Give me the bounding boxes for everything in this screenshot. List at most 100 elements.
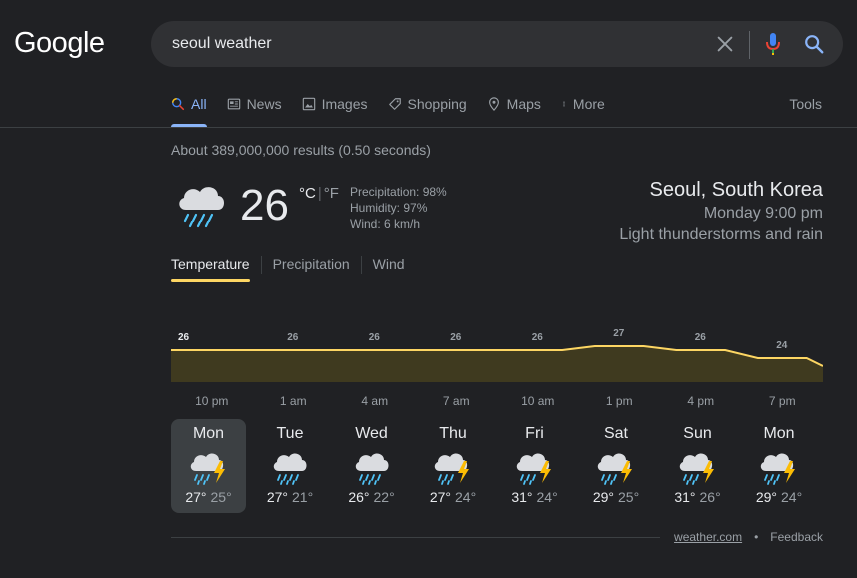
temperature-data-label: 26 bbox=[532, 332, 544, 343]
tag-icon bbox=[388, 98, 401, 110]
google-logo[interactable]: Google bbox=[14, 27, 105, 60]
search-bar[interactable]: seoul weather bbox=[151, 21, 843, 67]
forecast-day-name: Fri bbox=[525, 425, 544, 442]
temperature-data-label: 26 bbox=[369, 332, 381, 343]
forecast-day-name: Wed bbox=[355, 425, 388, 442]
rain-cloud-icon bbox=[273, 453, 307, 485]
forecast-high: 26° bbox=[348, 489, 370, 505]
thunderstorm-icon bbox=[597, 453, 632, 485]
subtab-temperature[interactable]: Temperature bbox=[171, 256, 262, 274]
wind-stat: Wind: 6 km/h bbox=[350, 217, 421, 231]
weather-location: Seoul, South Korea Monday 9:00 pm Light … bbox=[619, 177, 823, 245]
fahrenheit-toggle[interactable]: °F bbox=[324, 185, 339, 202]
hour-label: 10 pm bbox=[195, 394, 229, 408]
forecast-high: 31° bbox=[511, 489, 533, 505]
forecast-day[interactable]: Mon 29° 24° bbox=[742, 419, 817, 513]
tab-images[interactable]: Images bbox=[302, 94, 368, 114]
forecast-day-name: Sat bbox=[603, 425, 628, 442]
tab-all[interactable]: All bbox=[171, 94, 207, 114]
map-pin-icon bbox=[488, 97, 499, 111]
unit-separator: | bbox=[317, 185, 322, 202]
tools-button[interactable]: Tools bbox=[789, 96, 822, 112]
forecast-high: 27° bbox=[429, 489, 451, 505]
temperature-chart: 26 26 26 26 26 27 26 24 bbox=[171, 328, 823, 382]
celsius-toggle[interactable]: °C bbox=[299, 185, 316, 202]
forecast-day-name: Sun bbox=[683, 425, 712, 442]
forecast-high: 29° bbox=[592, 489, 614, 505]
temperature-data-label: 26 bbox=[695, 332, 707, 343]
location-title: Seoul, South Korea bbox=[649, 179, 823, 201]
hour-label: 4 am bbox=[361, 394, 389, 408]
precipitation-stat: Precipitation: 98% bbox=[350, 185, 447, 199]
tab-more[interactable]: More bbox=[561, 94, 605, 114]
forecast-day-name: Mon bbox=[192, 425, 225, 442]
feedback-link[interactable]: Feedback bbox=[770, 530, 823, 544]
temperature-data-label: 27 bbox=[613, 328, 625, 339]
temperature-data-label: 26 bbox=[178, 332, 190, 343]
forecast-high: 29° bbox=[755, 489, 777, 505]
news-icon bbox=[227, 98, 240, 110]
forecast-temps: 29° 25° bbox=[579, 489, 654, 505]
search-divider bbox=[749, 31, 750, 59]
weather-stats: Precipitation: 98% Humidity: 97% Wind: 6… bbox=[350, 184, 447, 232]
hour-label: 1 pm bbox=[605, 394, 633, 408]
subtab-precipitation[interactable]: Precipitation bbox=[273, 256, 362, 274]
search-input[interactable]: seoul weather bbox=[172, 35, 272, 53]
image-icon bbox=[302, 97, 315, 111]
clear-icon[interactable] bbox=[714, 33, 736, 55]
tab-shopping[interactable]: Shopping bbox=[388, 94, 467, 114]
thunderstorm-icon bbox=[679, 453, 714, 485]
forecast-day-name: Mon bbox=[763, 425, 795, 442]
active-subtab-indicator bbox=[171, 279, 250, 282]
hour-label: 4 pm bbox=[687, 394, 715, 408]
tab-label: Images bbox=[321, 96, 368, 112]
weather-subtabs: Temperature Precipitation Wind bbox=[171, 256, 427, 274]
temperature-area bbox=[171, 346, 823, 382]
hour-label: 7 pm bbox=[768, 394, 796, 408]
forecast-day[interactable]: Mon 27° 25° bbox=[171, 419, 246, 513]
more-vert-icon bbox=[563, 101, 565, 107]
search-icon[interactable] bbox=[803, 33, 825, 55]
subtab-wind[interactable]: Wind bbox=[373, 256, 416, 274]
tab-label: More bbox=[572, 96, 605, 112]
rain-cloud-icon bbox=[355, 453, 388, 485]
hour-label: 7 am bbox=[442, 394, 470, 408]
unit-toggle: °C | °F bbox=[299, 185, 339, 202]
search-tabs: All News Images Shopping Maps More bbox=[171, 94, 625, 128]
forecast-temps: 31° 24° bbox=[497, 489, 572, 505]
microphone-icon[interactable] bbox=[763, 31, 783, 57]
daily-forecast: Mon 27° 25° Tue 27° 21° Wed 26° 22° Thu 27° 24° Fri 3… bbox=[171, 419, 823, 513]
forecast-day[interactable]: Thu 27° 24° bbox=[416, 419, 491, 513]
forecast-day[interactable]: Wed 26° 22° bbox=[334, 419, 409, 513]
forecast-day[interactable]: Sun 31° 26° bbox=[660, 419, 735, 513]
thunderstorm-icon bbox=[190, 453, 225, 485]
forecast-day[interactable]: Tue 27° 21° bbox=[253, 419, 328, 513]
forecast-low: 24° bbox=[455, 489, 477, 505]
forecast-temps: 27° 24° bbox=[416, 489, 491, 505]
forecast-day-name: Tue bbox=[276, 425, 304, 442]
temperature-data-label: 24 bbox=[776, 340, 788, 351]
forecast-low: 24° bbox=[536, 489, 558, 505]
hour-label: 1 am bbox=[279, 394, 307, 408]
forecast-low: 22° bbox=[373, 489, 395, 505]
footer-divider bbox=[171, 537, 660, 538]
forecast-low: 25° bbox=[618, 489, 640, 505]
tab-maps[interactable]: Maps bbox=[487, 94, 541, 114]
tab-label: All bbox=[191, 96, 207, 112]
weather-source-link[interactable]: weather.com bbox=[674, 530, 742, 544]
search-icon bbox=[172, 98, 185, 111]
hour-label: 10 am bbox=[521, 394, 555, 408]
forecast-low: 21° bbox=[292, 489, 314, 505]
forecast-temps: 31° 26° bbox=[660, 489, 735, 505]
footer-separator: • bbox=[754, 530, 759, 544]
forecast-day[interactable]: Fri 31° 24° bbox=[497, 419, 572, 513]
forecast-day[interactable]: Sat 29° 25° bbox=[579, 419, 654, 513]
forecast-high: 27° bbox=[266, 489, 288, 505]
current-time: Monday 9:00 pm bbox=[703, 205, 823, 222]
thunderstorm-icon bbox=[516, 453, 551, 485]
forecast-temps: 27° 21° bbox=[253, 489, 328, 505]
tab-label: Shopping bbox=[407, 96, 467, 112]
tab-news[interactable]: News bbox=[227, 94, 282, 114]
forecast-low: 24° bbox=[781, 489, 803, 505]
temperature-data-label: 26 bbox=[287, 332, 299, 343]
